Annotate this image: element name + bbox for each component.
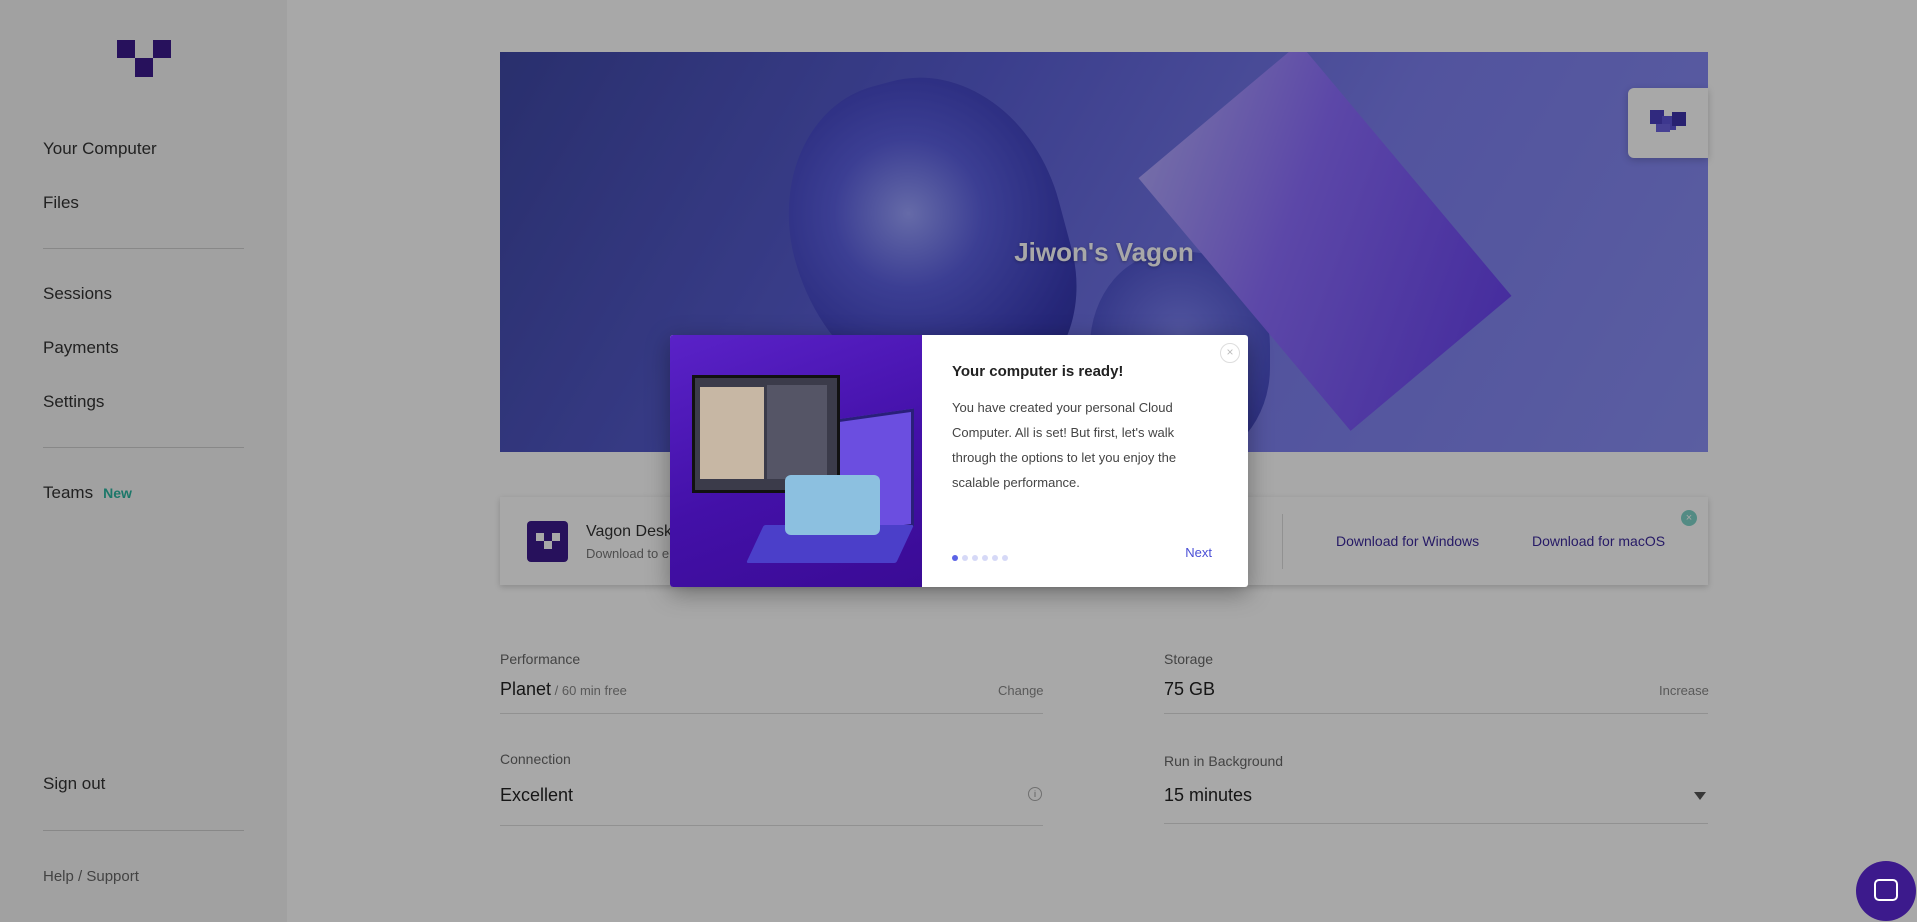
screen-image — [785, 475, 880, 535]
step-dot[interactable] — [972, 555, 978, 561]
step-dot[interactable] — [992, 555, 998, 561]
chat-icon — [1874, 879, 1898, 901]
screen-panel — [767, 385, 827, 479]
chat-button[interactable] — [1856, 861, 1916, 921]
modal-title: Your computer is ready! — [952, 363, 1124, 380]
modal-body: You have created your personal Cloud Com… — [952, 400, 1177, 490]
next-button[interactable]: Next — [1185, 545, 1212, 560]
onboarding-modal: Your computer is ready! You have created… — [670, 335, 1248, 587]
modal-content: Your computer is ready! You have created… — [952, 335, 1248, 587]
close-icon[interactable]: × — [1220, 343, 1240, 363]
step-dot[interactable] — [952, 555, 958, 561]
onboarding-illustration — [670, 335, 922, 587]
screen-image — [700, 387, 764, 479]
step-indicator — [952, 555, 1008, 561]
step-dot[interactable] — [1002, 555, 1008, 561]
step-dot[interactable] — [962, 555, 968, 561]
step-dot[interactable] — [982, 555, 988, 561]
